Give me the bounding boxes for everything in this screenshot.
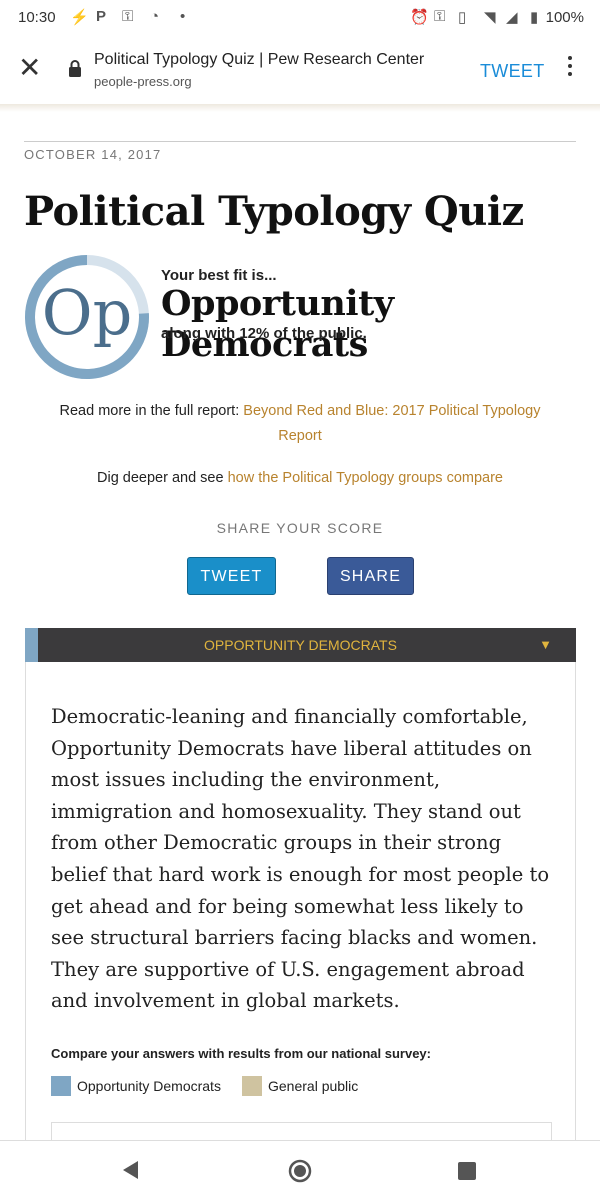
panel-header-label: OPPORTUNITY DEMOCRATS — [204, 637, 397, 653]
group-description: Democratic-leaning and financially comfo… — [51, 705, 550, 1013]
back-icon[interactable] — [120, 1159, 140, 1186]
close-icon[interactable]: ✕ — [18, 54, 41, 82]
lock-icon[interactable] — [68, 60, 82, 82]
divider — [24, 141, 576, 142]
tweet-button[interactable]: TWEET — [187, 557, 276, 595]
legend-label: Opportunity Democrats — [77, 1078, 221, 1094]
wifi-icon: ◥ — [484, 9, 496, 26]
battery-level: 100% — [545, 9, 584, 26]
panel-accent — [25, 628, 38, 662]
dig-deeper-line: Dig deeper and see how the Political Typ… — [40, 470, 560, 486]
dig-deeper-prefix: Dig deeper and see — [97, 470, 228, 486]
vpn-key-icon: ⚿ — [434, 8, 446, 25]
read-more-line: Read more in the full report: Beyond Red… — [40, 399, 560, 449]
article-title: Political Typology Quiz — [24, 188, 524, 235]
typology-badge: Op — [24, 254, 150, 380]
panel-header[interactable]: OPPORTUNITY DEMOCRATS ▼ — [25, 628, 576, 662]
public-share-text: along with 12% of the public. — [161, 325, 367, 342]
typology-abbr: Op — [41, 276, 133, 349]
best-fit-label: Your best fit is... — [161, 267, 277, 284]
status-bar: 10:30 ⚡ P ⚿ ◔ • ⏰ ⚿ ▯ ◥ ◢ ▮ 100% — [0, 0, 600, 36]
status-time: 10:30 — [18, 9, 56, 26]
page-title[interactable]: Political Typology Quiz | Pew Research C… — [94, 51, 424, 69]
signal-icon: ◢ — [506, 9, 518, 26]
toolbar-shadow — [0, 104, 600, 112]
recents-icon[interactable] — [458, 1162, 476, 1180]
article-date: OCTOBER 14, 2017 — [24, 147, 162, 162]
legend-swatch — [242, 1076, 262, 1096]
vibrate-icon: ▯ — [458, 9, 467, 26]
dot-icon: • — [180, 8, 186, 25]
overflow-menu-icon[interactable] — [566, 56, 574, 80]
alarm-icon: ⏰ — [410, 9, 429, 26]
battery-icon: ▮ — [530, 9, 539, 26]
toolbar-tweet-button[interactable]: TWEET — [480, 61, 545, 82]
parking-icon: P — [96, 8, 107, 25]
chevron-down-icon[interactable]: ▼ — [539, 628, 552, 662]
share-button[interactable]: SHARE — [327, 557, 414, 595]
page-domain[interactable]: people-press.org — [94, 74, 192, 89]
compare-heading: Compare your answers with results from o… — [51, 1046, 431, 1061]
flash-icon: ⚡ — [70, 9, 89, 26]
legend-swatch — [51, 1076, 71, 1096]
wifi-question-icon: ◔ — [150, 8, 160, 25]
full-report-link[interactable]: Beyond Red and Blue: 2017 Political Typo… — [243, 403, 540, 444]
result-group-name: Opportunity Democrats — [161, 283, 394, 365]
custom-tab-toolbar: ✕ Political Typology Quiz | Pew Research… — [0, 36, 600, 105]
key-icon: ⚿ — [122, 8, 134, 25]
share-heading: SHARE YOUR SCORE — [216, 520, 384, 536]
groups-compare-link[interactable]: how the Political Typology groups compar… — [228, 470, 503, 486]
legend-label: General public — [268, 1078, 359, 1094]
home-icon[interactable] — [288, 1159, 312, 1188]
read-more-prefix: Read more in the full report: — [59, 403, 244, 419]
system-nav-bar — [0, 1140, 600, 1201]
